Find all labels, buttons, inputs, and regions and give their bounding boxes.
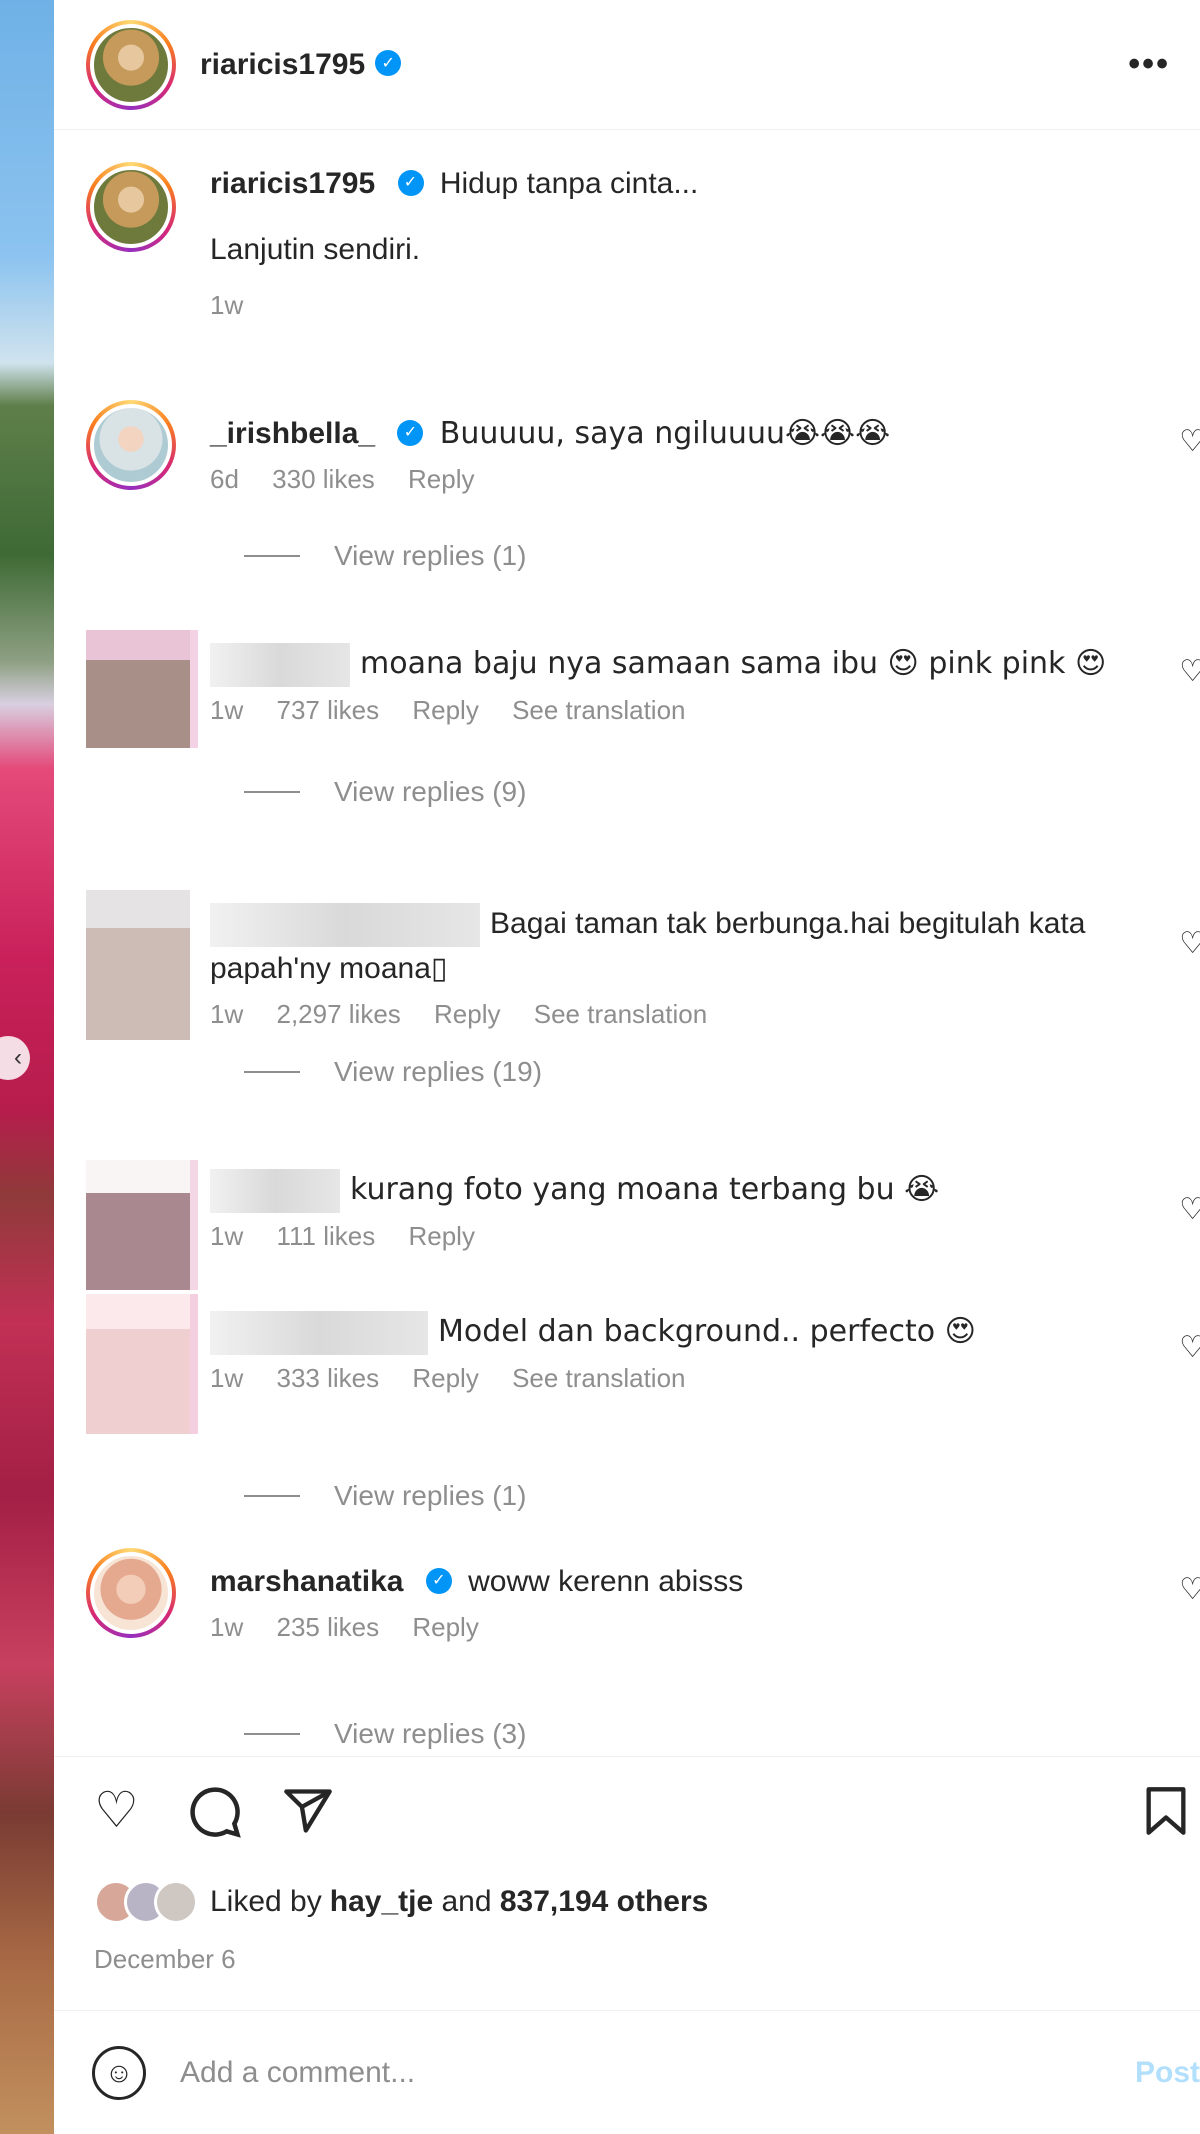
comment-time: 1w xyxy=(210,695,244,726)
reply-button[interactable]: Reply xyxy=(412,1363,478,1393)
view-replies-button[interactable]: View replies (19) xyxy=(244,1056,542,1088)
see-translation-button[interactable]: See translation xyxy=(534,999,707,1029)
comment-username[interactable]: marshanatika xyxy=(210,1565,403,1598)
post-panel: riaricis1795 ✓ ••• riaricis1795 ✓ Hidup … xyxy=(54,0,1200,2134)
comment-likes[interactable]: 737 likes xyxy=(276,695,379,725)
comment-time: 1w xyxy=(210,1612,244,1642)
caption-text: Hidup tanpa cinta... xyxy=(439,167,699,200)
verified-badge-icon: ✓ xyxy=(375,49,402,76)
list-item: Model dan background.. perfecto 😍 1w 333… xyxy=(86,1294,1200,1450)
comment-icon[interactable] xyxy=(188,1785,242,1847)
comment-text: moana baju nya samaan sama ibu 😍 pink pi… xyxy=(360,646,1107,681)
comment-username-redacted[interactable] xyxy=(210,1169,340,1214)
reply-button[interactable]: Reply xyxy=(412,695,478,725)
caption: riaricis1795 ✓ Hidup tanpa cinta... Lanj… xyxy=(86,162,1200,320)
comment-input[interactable] xyxy=(180,2055,1060,2090)
caption-time: 1w xyxy=(210,290,244,320)
divider xyxy=(244,1733,300,1735)
view-replies-button[interactable]: View replies (1) xyxy=(244,1480,526,1512)
post-photo: ‹ xyxy=(0,0,54,2134)
heart-icon[interactable]: ♡ xyxy=(1179,654,1200,689)
list-item: kurang foto yang moana terbang bu 😭 1w 1… xyxy=(86,1130,1200,1290)
likes-and: and xyxy=(433,1885,500,1918)
liked-by-user[interactable]: hay_tje xyxy=(330,1885,433,1919)
see-translation-button[interactable]: See translation xyxy=(512,1363,685,1393)
verified-badge-icon: ✓ xyxy=(425,1568,452,1595)
carousel-prev-button[interactable]: ‹ xyxy=(0,1036,30,1080)
comment-time: 1w xyxy=(210,999,244,1030)
verified-badge-icon: ✓ xyxy=(397,170,424,197)
divider xyxy=(244,791,300,793)
action-bar: ♡ xyxy=(54,1756,1200,1866)
comment-username[interactable]: _irishbella_ xyxy=(210,417,375,450)
comment-username-redacted[interactable] xyxy=(210,1311,428,1356)
list-item: _irishbella_ ✓ Buuuuu, saya ngiluuuu😭😭😭 … xyxy=(86,400,1200,540)
likes-others[interactable]: 837,194 others xyxy=(500,1885,708,1919)
heart-icon[interactable]: ♡ xyxy=(1179,424,1200,459)
reply-button[interactable]: Reply xyxy=(408,464,474,494)
avatar[interactable] xyxy=(86,1294,198,1434)
divider xyxy=(244,1495,300,1497)
comment-text: Model dan background.. perfecto 😍 xyxy=(438,1314,976,1349)
comment-likes[interactable]: 235 likes xyxy=(276,1612,379,1642)
post-date: December 6 xyxy=(94,1944,236,1974)
verified-badge-icon: ✓ xyxy=(397,420,424,447)
comment-time: 6d xyxy=(210,464,239,494)
divider xyxy=(244,555,300,557)
avatar[interactable] xyxy=(86,1160,198,1290)
post-header: riaricis1795 ✓ ••• xyxy=(54,0,1200,130)
list-item: marshanatika ✓ woww kerenn abisss 1w 235… xyxy=(86,1548,1200,1688)
view-replies-button[interactable]: View replies (9) xyxy=(244,776,526,808)
comment-time: 1w xyxy=(210,1221,244,1252)
heart-icon[interactable]: ♡ xyxy=(1179,926,1200,961)
comment-text: Buuuuu, saya ngiluuuu😭😭😭 xyxy=(439,416,891,451)
caption-username[interactable]: riaricis1795 xyxy=(210,167,375,200)
view-replies-button[interactable]: View replies (3) xyxy=(244,1718,526,1750)
reply-button[interactable]: Reply xyxy=(412,1612,478,1642)
likes-prefix: Liked by xyxy=(210,1885,322,1918)
comment-text: woww kerenn abisss xyxy=(468,1565,744,1598)
comment-username-redacted[interactable] xyxy=(210,643,350,688)
heart-icon[interactable]: ♡ xyxy=(1179,1330,1200,1365)
header-username[interactable]: riaricis1795 xyxy=(200,48,365,82)
heart-icon[interactable]: ♡ xyxy=(1179,1572,1200,1607)
comment-likes[interactable]: 333 likes xyxy=(276,1363,379,1393)
list-item: Bagai taman tak berbunga.hai begitulah k… xyxy=(86,830,1200,1040)
comment-text: kurang foto yang moana terbang bu 😭 xyxy=(350,1172,940,1207)
divider xyxy=(244,1071,300,1073)
view-replies-button[interactable]: View replies (1) xyxy=(244,540,526,572)
see-translation-button[interactable]: See translation xyxy=(512,695,685,725)
comment-likes[interactable]: 2,297 likes xyxy=(276,999,400,1029)
reply-button[interactable]: Reply xyxy=(408,1221,474,1251)
share-icon[interactable] xyxy=(282,1785,334,1845)
add-comment-bar: ☺ Post xyxy=(54,2010,1200,2134)
heart-icon[interactable]: ♡ xyxy=(94,1785,139,1835)
avatar[interactable] xyxy=(86,630,198,748)
avatar[interactable] xyxy=(86,890,198,1040)
avatar[interactable] xyxy=(86,1548,176,1638)
list-item: moana baju nya samaan sama ibu 😍 pink pi… xyxy=(86,630,1200,760)
caption-text-line2: Lanjutin sendiri. xyxy=(210,233,421,266)
avatar[interactable] xyxy=(86,400,176,490)
emoji-icon[interactable]: ☺ xyxy=(92,2045,146,2100)
avatar[interactable] xyxy=(86,162,176,252)
comment-likes[interactable]: 330 likes xyxy=(272,464,375,494)
bookmark-icon[interactable] xyxy=(1144,1785,1188,1845)
avatar[interactable] xyxy=(86,19,176,110)
reply-button[interactable]: Reply xyxy=(434,999,500,1029)
comment-username-redacted[interactable] xyxy=(210,903,480,948)
likes-summary[interactable]: Liked by hay_tje and 837,194 others xyxy=(94,1880,708,1924)
comment-likes[interactable]: 111 likes xyxy=(276,1221,375,1251)
comment-time: 1w xyxy=(210,1363,244,1394)
liked-by-avatars xyxy=(94,1880,198,1924)
heart-icon[interactable]: ♡ xyxy=(1179,1192,1200,1227)
chevron-left-icon: ‹ xyxy=(14,1044,22,1071)
more-icon[interactable]: ••• xyxy=(1128,45,1170,84)
post-button[interactable]: Post xyxy=(1135,2056,1200,2090)
comments-list[interactable]: riaricis1795 ✓ Hidup tanpa cinta... Lanj… xyxy=(54,130,1200,1750)
